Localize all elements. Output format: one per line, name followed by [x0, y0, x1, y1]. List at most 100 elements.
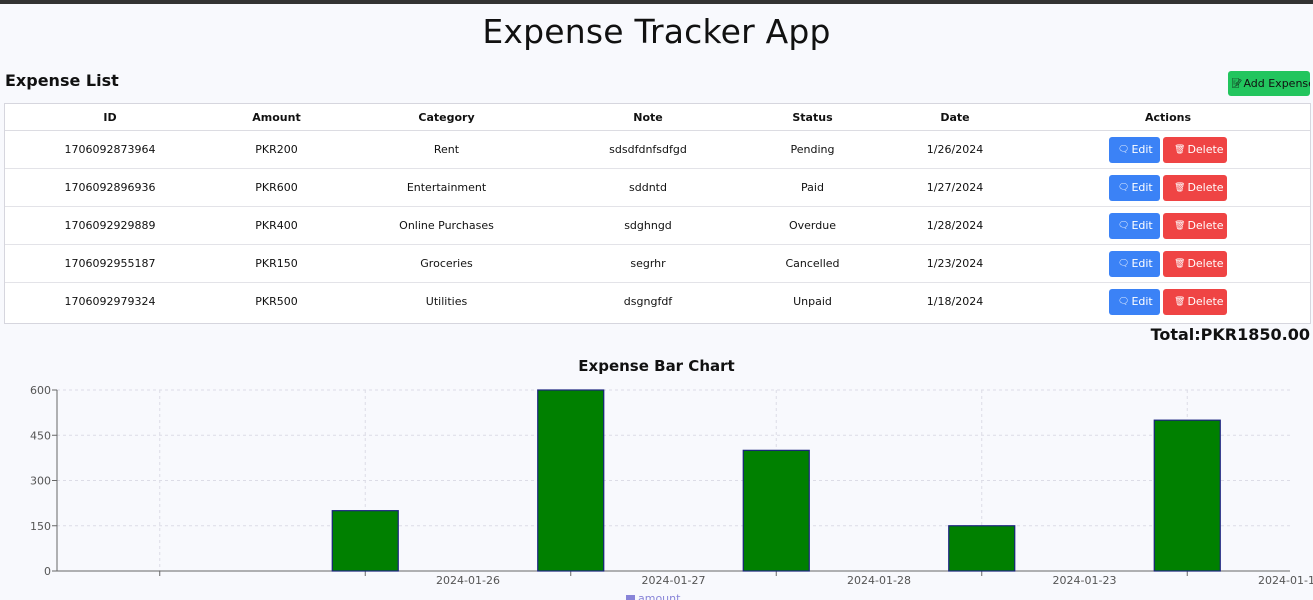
edit-icon: 🗨︎ [1118, 144, 1130, 155]
expense-table: ID Amount Category Note Status Date Acti… [4, 103, 1311, 324]
delete-button[interactable]: 🗑︎ Delete [1163, 212, 1227, 239]
column-header-amount: Amount [215, 104, 338, 131]
edit-label: Edit [1131, 295, 1153, 308]
legend-label: amount [638, 592, 681, 600]
cell-status: Overdue [741, 206, 884, 245]
cell-note: dsgngfdf [623, 295, 673, 308]
y-tick-label: 600 [30, 384, 51, 397]
expense-bar-chart: 0 150 300 450 600 2024-01-26 2024-01-27 2024-01… [30, 384, 1313, 600]
trash-icon: 🗑︎ [1174, 220, 1186, 231]
delete-label: Delete [1187, 295, 1224, 308]
cell-actions: 🗨︎ Edit 🗑︎ Delete [1026, 168, 1310, 207]
x-tick-label: 2024-01-26 [436, 574, 500, 587]
delete-label: Delete [1187, 257, 1224, 270]
edit-label: Edit [1131, 257, 1153, 270]
edit-icon: 🗨︎ [1118, 296, 1130, 307]
table-header-row: ID Amount Category Note Status Date Acti… [5, 104, 1310, 131]
cell-amount: PKR200 [215, 130, 338, 169]
legend-swatch [626, 595, 635, 600]
edit-button[interactable]: 🗨︎ Edit [1109, 136, 1160, 163]
y-tick-label: 300 [30, 475, 51, 488]
column-header-date: Date [884, 104, 1026, 131]
trash-icon: 🗑︎ [1174, 258, 1186, 269]
chart-title: Expense Bar Chart [578, 357, 735, 375]
bar [1153, 419, 1221, 572]
column-header-note: Note [555, 104, 741, 131]
trash-icon: 🗑︎ [1174, 144, 1186, 155]
bar [331, 510, 399, 572]
cell-category: Utilities [425, 295, 468, 308]
add-expense-icon: 📝︎ [1231, 78, 1243, 89]
add-expense-button[interactable]: 📝︎ Add Expense [1228, 71, 1310, 96]
cell-note: segrhr [555, 244, 741, 283]
bar [537, 389, 605, 572]
column-header-id: ID [5, 104, 215, 131]
edit-button[interactable]: 🗨︎ Edit [1109, 174, 1160, 201]
cell-category: Entertainment [338, 168, 555, 207]
cell-date: 1/28/2024 [884, 206, 1026, 245]
delete-label: Delete [1187, 219, 1224, 232]
cell-id: 1706092929889 [5, 206, 215, 245]
cell-date: 1/18/2024 [926, 295, 984, 308]
column-header-status: Status [741, 104, 884, 131]
cell-category: Online Purchases [338, 206, 555, 245]
edit-button[interactable]: 🗨︎ Edit [1109, 288, 1160, 315]
expense-list-title: Expense List [5, 71, 119, 90]
cell-category: Groceries [338, 244, 555, 283]
total-amount: Total:PKR1850.00 [1150, 325, 1310, 344]
x-tick-label: 2024-01-18 [1258, 574, 1313, 587]
edit-icon: 🗨︎ [1118, 220, 1130, 231]
top-bar [0, 0, 1313, 4]
cell-id: 1706092873964 [5, 130, 215, 169]
table-row: 1706092929889 PKR400 Online Purchases sd… [5, 206, 1310, 245]
cell-id: 1706092955187 [5, 244, 215, 283]
edit-label: Edit [1131, 181, 1153, 194]
edit-label: Edit [1131, 143, 1153, 156]
edit-button[interactable]: 🗨︎ Edit [1109, 212, 1160, 239]
delete-button[interactable]: 🗑︎ Delete [1163, 250, 1227, 277]
column-header-actions: Actions [1026, 104, 1310, 131]
cell-status: Unpaid [793, 295, 832, 308]
delete-button[interactable]: 🗑︎ Delete [1163, 288, 1227, 315]
cell-note: sdghngd [555, 206, 741, 245]
cell-id: 1706092979324 [64, 295, 156, 308]
cell-amount: PKR150 [215, 244, 338, 283]
cell-actions: 🗨︎ Edit 🗑︎ Delete [1026, 283, 1310, 321]
cell-actions: 🗨︎ Edit 🗑︎ Delete [1026, 244, 1310, 283]
bar [742, 449, 810, 572]
edit-button[interactable]: 🗨︎ Edit [1109, 250, 1160, 277]
bar [948, 525, 1016, 572]
cell-date: 1/23/2024 [884, 244, 1026, 283]
cell-note: sdsdfdnfsdfgd [555, 130, 741, 169]
delete-button[interactable]: 🗑︎ Delete [1163, 174, 1227, 201]
table-row: 1706092955187 PKR150 Groceries segrhr Ca… [5, 244, 1310, 283]
y-tick-label: 450 [30, 429, 51, 442]
y-tick-label: 0 [44, 565, 51, 578]
delete-label: Delete [1187, 143, 1224, 156]
edit-icon: 🗨︎ [1118, 182, 1130, 193]
delete-button[interactable]: 🗑︎ Delete [1163, 136, 1227, 163]
cell-category: Rent [338, 130, 555, 169]
cell-status: Paid [741, 168, 884, 207]
cell-actions: 🗨︎ Edit 🗑︎ Delete [1026, 206, 1310, 245]
delete-label: Delete [1187, 181, 1224, 194]
cell-note: sddntd [555, 168, 741, 207]
cell-amount: PKR400 [215, 206, 338, 245]
x-tick-label: 2024-01-28 [847, 574, 911, 587]
cell-date: 1/27/2024 [884, 168, 1026, 207]
cell-status: Pending [741, 130, 884, 169]
column-header-category: Category [338, 104, 555, 131]
table-row: 1706092979324 PKR500 Utilities dsgngfdf … [5, 283, 1310, 321]
edit-icon: 🗨︎ [1118, 258, 1130, 269]
cell-amount: PKR500 [255, 295, 298, 308]
cell-status: Cancelled [741, 244, 884, 283]
cell-date: 1/26/2024 [884, 130, 1026, 169]
y-tick-label: 150 [30, 520, 51, 533]
cell-actions: 🗨︎ Edit 🗑︎ Delete [1026, 130, 1310, 169]
table-row: 1706092873964 PKR200 Rent sdsdfdnfsdfgd … [5, 130, 1310, 169]
trash-icon: 🗑︎ [1174, 182, 1186, 193]
app-title: Expense Tracker App [482, 12, 831, 51]
x-tick-label: 2024-01-27 [642, 574, 706, 587]
cell-amount: PKR600 [215, 168, 338, 207]
cell-id: 1706092896936 [5, 168, 215, 207]
